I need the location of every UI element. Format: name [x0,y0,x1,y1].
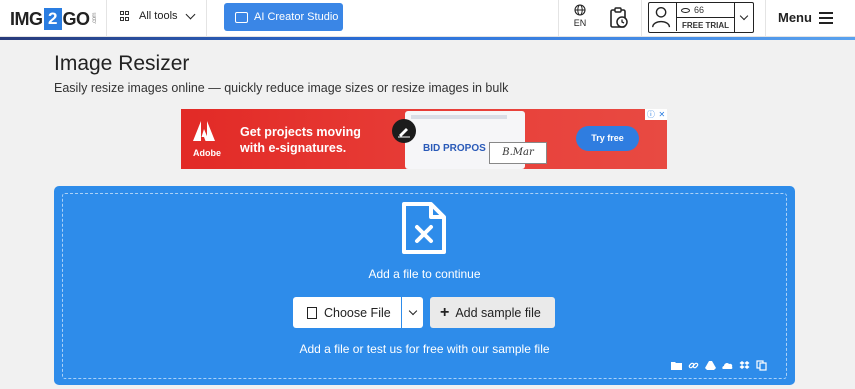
logo-text-img: IMG [10,8,43,29]
ad-try-free-button[interactable]: Try free [576,126,639,151]
plus-icon: + [440,303,450,321]
pen-sign-icon [392,119,416,143]
upload-source-icons [671,358,767,371]
grid-icon [120,11,130,21]
img2go-logo[interactable]: IMG 2 GO .com [10,6,98,32]
free-trial-badge: FREE TRIAL [681,20,730,30]
onedrive-icon[interactable] [722,358,733,369]
clipboard-icon[interactable] [756,358,767,371]
divider [641,0,642,37]
chevron-down-icon [739,11,749,21]
language-selector[interactable]: EN [565,4,595,28]
link-icon[interactable] [688,358,699,369]
choose-file-label: Choose File [324,305,391,320]
logo-text-two: 2 [43,8,62,30]
advertisement-banner[interactable]: Adobe Get projects moving with e-signatu… [181,109,667,169]
google-drive-icon[interactable] [705,358,716,370]
ai-creator-studio-button[interactable]: AI Creator Studio [224,3,343,31]
header-accent-strip [0,37,855,40]
all-tools-label: All tools [139,10,178,22]
upload-prompt: Add a file to continue [368,267,481,281]
account-info: 66 FREE TRIAL [677,3,735,32]
clipboard-history-icon[interactable] [609,7,629,29]
upload-hint: Add a file or test us for free with our … [299,342,550,356]
image-sparkle-icon [235,11,248,23]
menu-label: Menu [778,10,812,25]
adobe-logo-icon [193,121,215,141]
divider [206,0,207,37]
chevron-down-icon [185,9,195,19]
logo-text-go: GO [62,8,91,29]
account-dropdown-toggle[interactable] [735,3,753,32]
credits-count: 66 [677,3,734,18]
ad-brand: Adobe [193,148,221,158]
page-title: Image Resizer [54,52,190,75]
add-sample-file-button[interactable]: + Add sample file [430,297,555,328]
user-icon [649,3,677,31]
divider [765,0,766,37]
ai-button-label: AI Creator Studio [254,11,339,23]
hamburger-icon [818,11,833,24]
upload-source-dropdown[interactable] [402,297,423,328]
ad-illustration-text: BID PROPOS [423,143,486,154]
folder-icon[interactable] [671,358,682,370]
globe-icon [574,4,586,16]
logo-suffix: .com [91,13,98,25]
choose-file-button[interactable]: Choose File [293,297,423,328]
chevron-down-icon [408,306,417,316]
ad-headline: Get projects moving with e-signatures. [240,125,361,155]
choose-file-main[interactable]: Choose File [293,297,402,328]
dropbox-icon[interactable] [739,358,750,369]
signature-box: B.Mar [489,142,547,164]
page-subtitle: Easily resize images online — quickly re… [54,81,509,95]
sample-label: Add sample file [455,305,541,320]
divider [106,0,107,37]
ad-illustration-bar [411,115,507,119]
ad-illustration: BID PROPOS B.Mar [405,111,547,169]
language-code: EN [573,18,587,28]
adchoices-icon[interactable]: ⓘ ✕ [645,109,667,120]
credits-icon [681,7,690,13]
file-error-icon [402,202,446,254]
menu-button[interactable]: Menu [778,10,833,25]
account-widget[interactable]: 66 FREE TRIAL [648,2,754,33]
all-tools-dropdown[interactable]: All tools [120,9,195,22]
top-navigation-bar: IMG 2 GO .com All tools AI Creator Studio E… [0,0,855,37]
credits-value: 66 [694,5,705,15]
file-add-icon [307,306,317,319]
divider [558,0,559,37]
